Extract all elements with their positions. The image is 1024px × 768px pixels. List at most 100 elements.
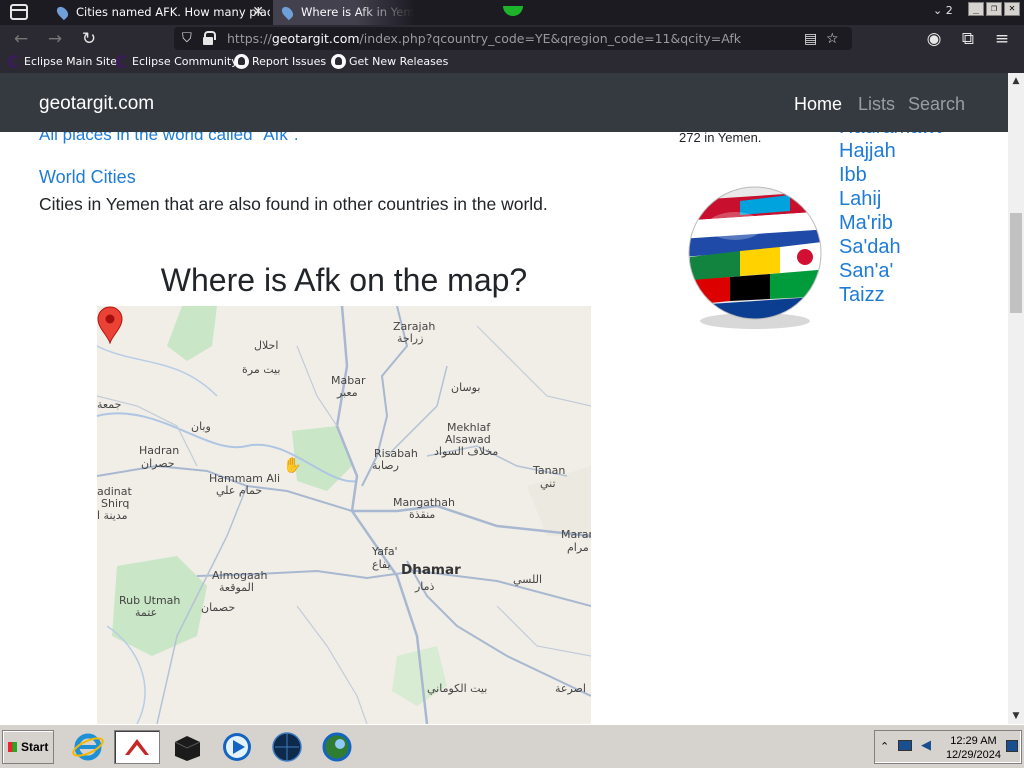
- clock-time: 12:29 AM: [950, 735, 997, 747]
- start-button[interactable]: Start: [2, 730, 54, 764]
- tab-cities-named-afk[interactable]: Cities named AFK. How many place ✕: [48, 0, 270, 25]
- map-label: Marar: [561, 528, 591, 541]
- map-heading: Where is Afk on the map?: [160, 262, 528, 298]
- close-window-icon[interactable]: ✕: [1004, 2, 1020, 16]
- volume-icon[interactable]: ◀: [921, 738, 931, 753]
- reload-icon[interactable]: ↻: [79, 29, 99, 49]
- system-tray: ⌃ ◀ 12:29 AM 12/29/2024: [874, 730, 1022, 764]
- map-label: منقذة: [409, 508, 436, 521]
- menu-lists-link[interactable]: Lists: [858, 94, 895, 115]
- map-marker-icon[interactable]: [97, 306, 123, 344]
- world-cities-link[interactable]: World Cities: [39, 167, 136, 188]
- back-icon[interactable]: ←: [11, 29, 31, 49]
- bookmark-star-icon[interactable]: ☆: [826, 31, 839, 47]
- map-label: وبان: [191, 420, 211, 433]
- eclipse-icon: [116, 55, 129, 68]
- region-link-sana[interactable]: San'a': [839, 259, 941, 283]
- world-cities-description: Cities in Yemen that are also found in o…: [39, 194, 548, 214]
- region-list: Hadramawt Hajjah Ibb Lahij Ma'rib Sa'dah…: [839, 116, 941, 307]
- map-label: مرام: [567, 541, 589, 554]
- internet-explorer-icon[interactable]: [71, 730, 105, 764]
- menu-home-link[interactable]: Home: [794, 94, 842, 115]
- bookmark-eclipse-main-site[interactable]: Eclipse Main Site: [6, 55, 117, 68]
- map-label: اصرعة: [555, 682, 586, 695]
- scroll-up-icon[interactable]: ▲: [1008, 73, 1024, 89]
- restore-icon[interactable]: ❐: [986, 2, 1002, 16]
- gmail-icon: [125, 739, 149, 755]
- map-label: تني: [540, 477, 556, 490]
- region-link-taizz[interactable]: Taizz: [839, 283, 941, 307]
- scroll-thumb[interactable]: [1010, 213, 1022, 313]
- overlay-graphic: [503, 6, 523, 16]
- map-label: بيت الكوماني: [427, 682, 488, 695]
- tab-list-icon[interactable]: [10, 4, 28, 20]
- map-label: مدينة ا: [97, 509, 128, 522]
- map-label: Tanan: [533, 464, 566, 477]
- extensions-icon[interactable]: ⧉: [958, 29, 978, 49]
- nav-toolbar: ← → ↻ ⛉ https://geotargit.com/index.php?…: [0, 25, 1024, 52]
- account-icon[interactable]: ◉: [924, 29, 944, 49]
- site-brand-link[interactable]: geotargit.com: [39, 93, 154, 115]
- network-globe-icon[interactable]: [320, 730, 354, 764]
- map-embed[interactable]: Zarajah زراجة احلال بيت مرة Mabar معبر ب…: [97, 306, 591, 724]
- taskbar-active-app[interactable]: [114, 730, 160, 764]
- yemen-count-text: 272 in Yemen.: [679, 130, 762, 145]
- tab-count-badge[interactable]: ⌄ 2: [933, 4, 953, 17]
- map-label: بيت مرة: [242, 363, 281, 376]
- lock-icon[interactable]: [203, 31, 216, 45]
- map-label: رصابة: [372, 459, 399, 472]
- map-label: اللسي: [513, 573, 543, 586]
- site-header: geotargit.com Home Lists Search: [0, 73, 1008, 132]
- map-label: معبر: [337, 386, 358, 399]
- bookmarks-toolbar: Eclipse Main Site Eclipse Community Repo…: [0, 52, 1024, 73]
- close-tab-icon[interactable]: ✕: [252, 0, 264, 25]
- region-link-lahij[interactable]: Lahij: [839, 187, 941, 211]
- notification-icon[interactable]: [1006, 740, 1018, 752]
- reader-view-icon[interactable]: ▤: [804, 31, 817, 47]
- map-label-city: Dhamar: [401, 562, 461, 578]
- map-label: زراجة: [397, 332, 424, 345]
- hand-cursor-icon: ✋: [283, 457, 302, 474]
- map-label: يفاع: [372, 558, 391, 571]
- url-text[interactable]: https://geotargit.com/index.php?qcountry…: [227, 31, 741, 46]
- clock[interactable]: 12:29 AM 12/29/2024: [946, 734, 1001, 762]
- forward-icon[interactable]: →: [45, 29, 65, 49]
- terminal-box-icon[interactable]: [170, 730, 204, 764]
- map-label: عتمة: [135, 606, 158, 619]
- clock-date: 12/29/2024: [945, 749, 1001, 761]
- globe-pin-icon: [54, 4, 71, 21]
- map-label: حمام علي: [216, 484, 263, 497]
- map-terrain: [97, 306, 591, 724]
- region-link-hajjah[interactable]: Hajjah: [839, 139, 941, 163]
- map-label: مخلاف السواد: [434, 445, 499, 458]
- map-label: Yafa': [372, 545, 398, 558]
- media-player-icon[interactable]: [220, 730, 254, 764]
- github-icon: [331, 54, 346, 69]
- window-controls: _ ❐ ✕: [968, 2, 1020, 16]
- scroll-down-icon[interactable]: ▼: [1008, 708, 1024, 724]
- display-icon[interactable]: [898, 740, 912, 751]
- map-label: الموقعة: [219, 581, 254, 594]
- globe-pin-icon: [279, 4, 296, 21]
- tab-bar: Cities named AFK. How many place ✕ Where…: [0, 0, 1024, 25]
- tab-fade: [355, 0, 415, 25]
- taskbar: Start ⌃ ◀ 12:29 AM 12/29/2024: [0, 724, 1024, 768]
- shield-icon[interactable]: ⛉: [182, 31, 192, 46]
- minimize-icon[interactable]: _: [968, 2, 984, 16]
- tray-expand-icon[interactable]: ⌃: [880, 740, 889, 753]
- page-content: All places in the world called "Afk". Wo…: [0, 73, 1008, 724]
- bookmark-report-issues[interactable]: Report Issues: [234, 54, 326, 69]
- page-scrollbar[interactable]: ▲ ▼: [1008, 73, 1024, 724]
- bookmark-get-new-releases[interactable]: Get New Releases: [331, 54, 448, 69]
- address-bar[interactable]: ⛉ https://geotargit.com/index.php?qcount…: [174, 27, 852, 50]
- dark-globe-icon[interactable]: [270, 730, 304, 764]
- map-label: حصمان: [201, 601, 236, 614]
- region-link-marib[interactable]: Ma'rib: [839, 211, 941, 235]
- map-label: بوسان: [451, 381, 481, 394]
- bookmark-eclipse-community[interactable]: Eclipse Community: [114, 55, 238, 68]
- menu-icon[interactable]: ≡: [992, 29, 1012, 49]
- flag-globe-image: [688, 186, 822, 329]
- region-link-sadah[interactable]: Sa'dah: [839, 235, 941, 259]
- menu-search-link[interactable]: Search: [908, 94, 965, 115]
- region-link-ibb[interactable]: Ibb: [839, 163, 941, 187]
